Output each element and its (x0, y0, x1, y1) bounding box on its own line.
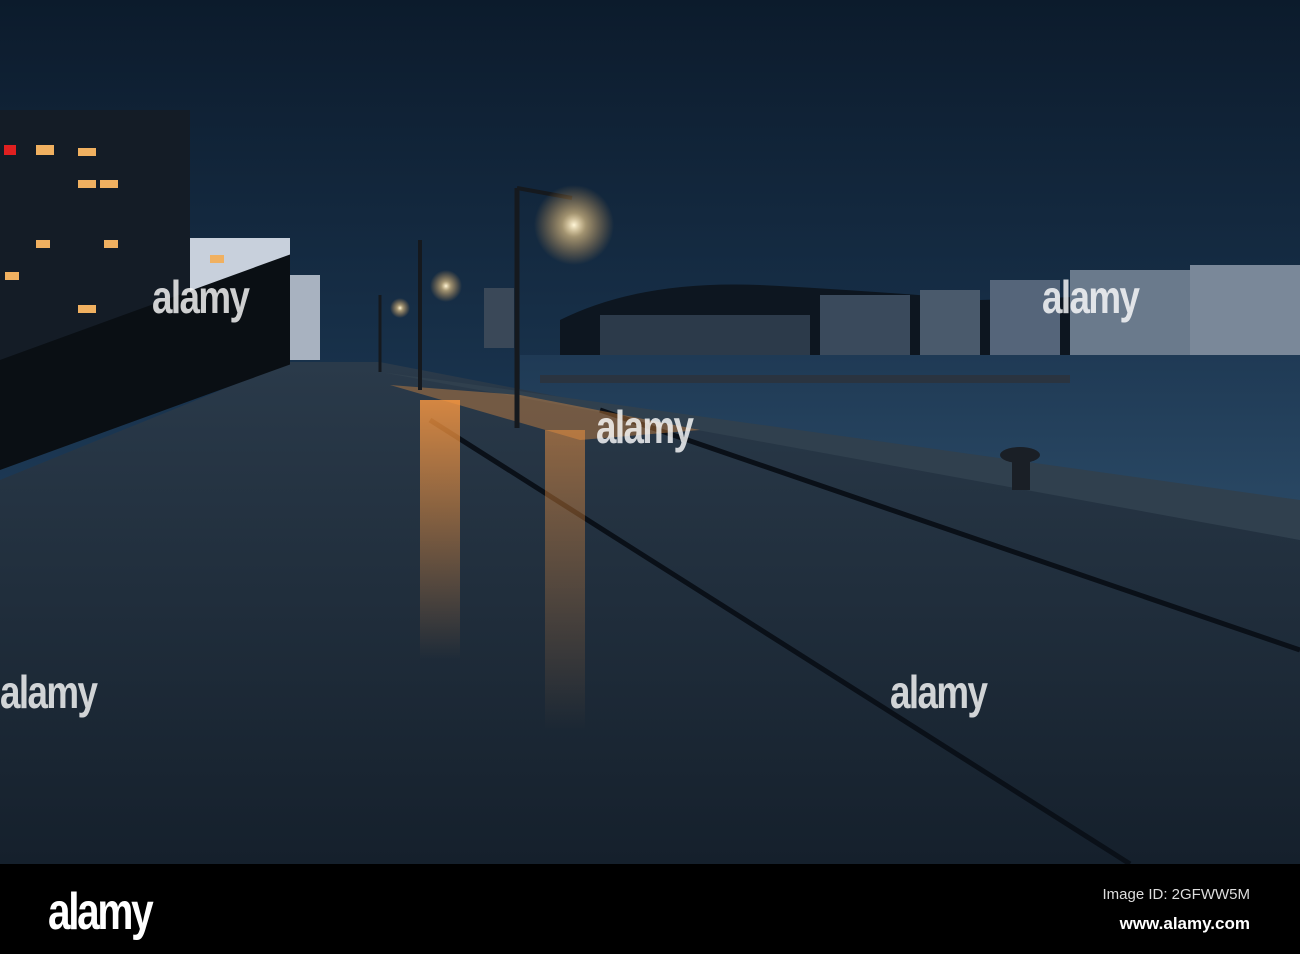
watermark: alamy (596, 401, 694, 453)
image-id: Image ID: 2GFWW5M (1102, 886, 1250, 903)
watermark: alamy (1042, 271, 1140, 323)
site-url: www.alamy.com (1119, 914, 1250, 933)
footer-bar: alamy Image ID: 2GFWW5M www.alamy.com (0, 864, 1300, 954)
alamy-logo: alamy (48, 883, 154, 941)
watermark: alamy (0, 666, 98, 718)
watermark: alamy (890, 666, 988, 718)
photo: alamy alamy alamy alamy alamy alamy Imag… (0, 0, 1300, 954)
watermark: alamy (152, 271, 250, 323)
